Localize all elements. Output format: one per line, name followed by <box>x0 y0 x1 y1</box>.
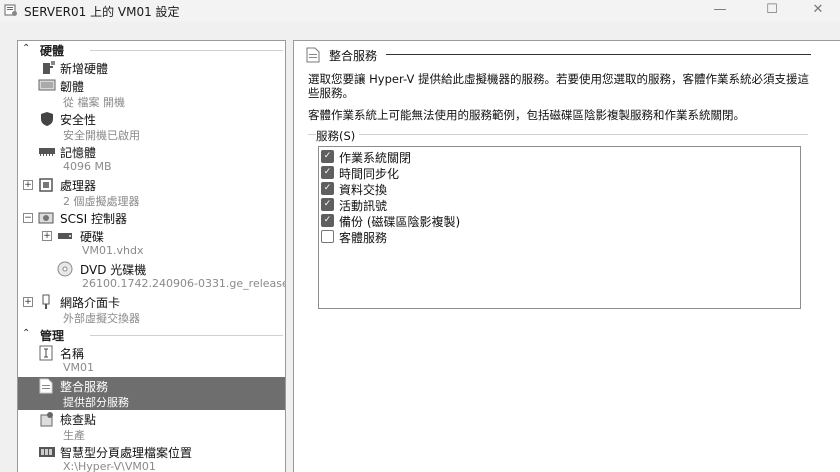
integration-services-icon <box>39 378 53 394</box>
checkbox-checked[interactable]: ✓ <box>321 166 334 179</box>
sidebar-item-detail: 生產 <box>63 429 85 442</box>
sidebar-item-detail: X:\Hyper-V\VM01 <box>63 460 156 472</box>
sidebar-item-processor[interactable]: + 處理器 2 個虛擬處理器 <box>18 177 285 209</box>
checkbox-unchecked[interactable] <box>321 230 334 243</box>
collapse-icon[interactable]: ⌃ <box>22 328 30 339</box>
sidebar-item-label: 整合服務 <box>60 380 109 394</box>
checkbox-checked[interactable]: ✓ <box>321 150 334 163</box>
sidebar-item-detail: VM01 <box>63 361 95 374</box>
settings-tree: ⌃ 硬體 新增硬體 韌體 從 檔案 開機 安全性 安全開機已啟用 記憶體 409… <box>17 40 286 472</box>
hard-drive-icon <box>58 233 72 239</box>
sidebar-item-add-hardware[interactable]: 新增硬體 <box>18 60 285 76</box>
sidebar-item-label: 硬碟 <box>80 230 105 244</box>
service-label: 客體服務 <box>339 231 388 245</box>
panel-description: 選取您要讓 Hyper-V 提供給此虛擬機器的服務。若要使用您選取的服務，客體作… <box>308 72 809 100</box>
minimize-button[interactable]: — <box>697 0 743 22</box>
dvd-icon <box>57 261 73 277</box>
sidebar-item-dvd-drive[interactable]: DVD 光碟機 26100.1742.240906-0331.ge_releas… <box>18 261 285 293</box>
sidebar-item-label: 智慧型分頁處理檔案位置 <box>60 446 193 460</box>
window-title: SERVER01 上的 VM01 設定 <box>24 5 180 19</box>
panel-description-example: 客體作業系統上可能無法使用的服務範例，包括磁碟區陰影複製服務和作業系統關閉。 <box>308 108 745 122</box>
integration-services-icon <box>306 47 320 63</box>
sidebar-item-memory[interactable]: 記憶體 4096 MB <box>18 144 285 176</box>
sidebar-item-detail: 提供部分服務 <box>63 396 129 409</box>
sidebar-item-label: 新增硬體 <box>60 62 109 76</box>
checkbox-checked[interactable]: ✓ <box>321 214 334 227</box>
sidebar-item-label: 名稱 <box>60 347 85 361</box>
firmware-icon <box>38 79 56 91</box>
section-management[interactable]: ⌃ 管理 <box>18 327 285 343</box>
sidebar-item-label: 處理器 <box>60 179 97 193</box>
sidebar-item-detail: VM01.vhdx <box>82 244 144 257</box>
sidebar-item-label: 安全性 <box>60 113 97 127</box>
section-management-label: 管理 <box>40 329 65 343</box>
sidebar-item-name[interactable]: 名稱 VM01 <box>18 345 285 377</box>
add-hardware-icon <box>43 61 55 74</box>
sidebar-item-firmware[interactable]: 韌體 從 檔案 開機 <box>18 78 285 110</box>
sidebar-item-hard-drive[interactable]: + 硬碟 VM01.vhdx <box>18 228 285 260</box>
service-label: 備份 (磁碟區陰影複製) <box>339 215 461 229</box>
network-adapter-icon <box>42 294 50 309</box>
memory-icon <box>39 148 55 156</box>
sidebar-item-label: 記憶體 <box>60 146 97 160</box>
sidebar-item-label: 檢查點 <box>60 413 97 427</box>
scsi-controller-icon <box>38 212 54 224</box>
sidebar-item-smart-paging-location[interactable]: 智慧型分頁處理檔案位置 X:\Hyper-V\VM01 <box>18 444 285 472</box>
sidebar-item-label: 網路介面卡 <box>60 296 121 310</box>
sidebar-item-label: SCSI 控制器 <box>60 212 127 226</box>
expand-icon[interactable]: + <box>23 297 33 307</box>
collapse-icon[interactable]: ⌃ <box>22 43 30 54</box>
service-label: 作業系統關閉 <box>339 151 412 165</box>
maximize-button[interactable]: ☐ <box>749 0 795 22</box>
sidebar-item-detail: 4096 MB <box>63 160 112 173</box>
expand-icon[interactable]: + <box>42 231 52 241</box>
sidebar-item-detail: 外部虛擬交換器 <box>63 312 140 325</box>
checkbox-checked[interactable]: ✓ <box>321 198 334 211</box>
sidebar-item-detail: 2 個虛擬處理器 <box>63 195 140 208</box>
service-label: 時間同步化 <box>339 167 400 181</box>
processor-icon <box>39 178 53 192</box>
integration-services-panel: 整合服務 選取您要讓 Hyper-V 提供給此虛擬機器的服務。若要使用您選取的服… <box>293 40 840 472</box>
shield-icon <box>41 112 53 126</box>
sidebar-item-detail: 安全開機已啟用 <box>63 129 140 142</box>
sidebar-item-checkpoints[interactable]: 檢查點 生產 <box>18 411 285 443</box>
services-label: 服務(S) <box>316 128 360 144</box>
services-list[interactable]: ✓ 作業系統關閉 ✓ 時間同步化 ✓ 資料交換 ✓ 活動訊號 ✓ 備份 (磁碟區… <box>318 146 801 309</box>
settings-window-icon <box>4 4 17 16</box>
sidebar-item-label: 韌體 <box>60 80 85 94</box>
panel-title-divider <box>386 54 811 55</box>
section-hardware[interactable]: ⌃ 硬體 <box>18 42 285 58</box>
sidebar-item-detail: 從 檔案 開機 <box>63 96 125 109</box>
smart-paging-icon <box>39 447 55 457</box>
section-divider <box>90 50 283 51</box>
service-label: 活動訊號 <box>339 199 388 213</box>
sidebar-item-integration-services[interactable]: 整合服務 提供部分服務 <box>18 377 285 410</box>
sidebar-item-scsi-controller[interactable]: − SCSI 控制器 <box>18 210 285 226</box>
checkpoint-icon <box>40 412 53 427</box>
checkbox-checked[interactable]: ✓ <box>321 182 334 195</box>
service-label: 資料交換 <box>339 183 388 197</box>
panel-title: 整合服務 <box>329 49 378 63</box>
sidebar-item-label: DVD 光碟機 <box>80 263 147 277</box>
sidebar-item-detail: 26100.1742.240906-0331.ge_release... <box>82 277 286 290</box>
collapse-icon[interactable]: − <box>23 213 33 223</box>
sidebar-item-network-adapter[interactable]: + 網路介面卡 外部虛擬交換器 <box>18 294 285 326</box>
close-button[interactable]: ✕ <box>795 0 840 22</box>
sidebar-item-security[interactable]: 安全性 安全開機已啟用 <box>18 111 285 143</box>
section-divider <box>90 335 283 336</box>
title-bar: SERVER01 上的 VM01 設定 — ☐ ✕ <box>0 0 840 22</box>
name-icon <box>39 345 53 361</box>
expand-icon[interactable]: + <box>23 180 33 190</box>
section-hardware-label: 硬體 <box>40 44 65 58</box>
